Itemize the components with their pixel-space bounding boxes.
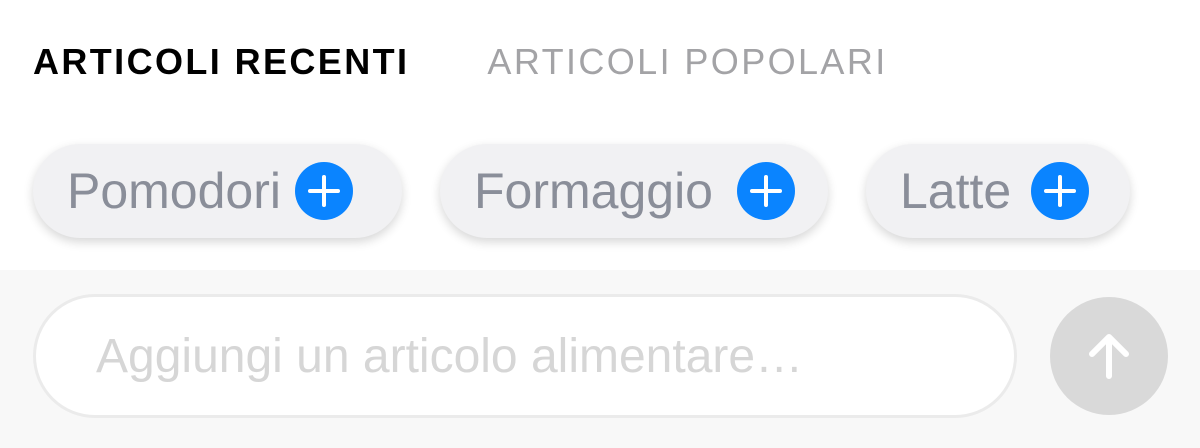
food-item-panel: ARTICOLI RECENTI ARTICOLI POPOLARI Pomod…	[0, 0, 1200, 448]
arrow-up-icon	[1089, 334, 1129, 379]
input-bar	[0, 270, 1200, 448]
plus-circle-icon[interactable]	[737, 162, 795, 220]
chip-label: Latte	[900, 163, 1012, 219]
tab-bar: ARTICOLI RECENTI ARTICOLI POPOLARI	[33, 38, 888, 86]
tab-recent-items[interactable]: ARTICOLI RECENTI	[33, 38, 409, 86]
chip-label: Formaggio	[474, 163, 713, 219]
tab-popular-items[interactable]: ARTICOLI POPOLARI	[487, 38, 887, 86]
plus-circle-icon[interactable]	[1031, 162, 1090, 220]
plus-circle-icon[interactable]	[295, 162, 353, 220]
chip-formaggio[interactable]: Formaggio	[440, 144, 828, 238]
chip-label: Pomodori	[67, 163, 281, 219]
chip-latte[interactable]: Latte	[866, 144, 1130, 238]
add-food-item-input[interactable]	[33, 294, 1017, 418]
send-button[interactable]	[1050, 297, 1168, 415]
chip-pomodori[interactable]: Pomodori	[33, 144, 402, 238]
